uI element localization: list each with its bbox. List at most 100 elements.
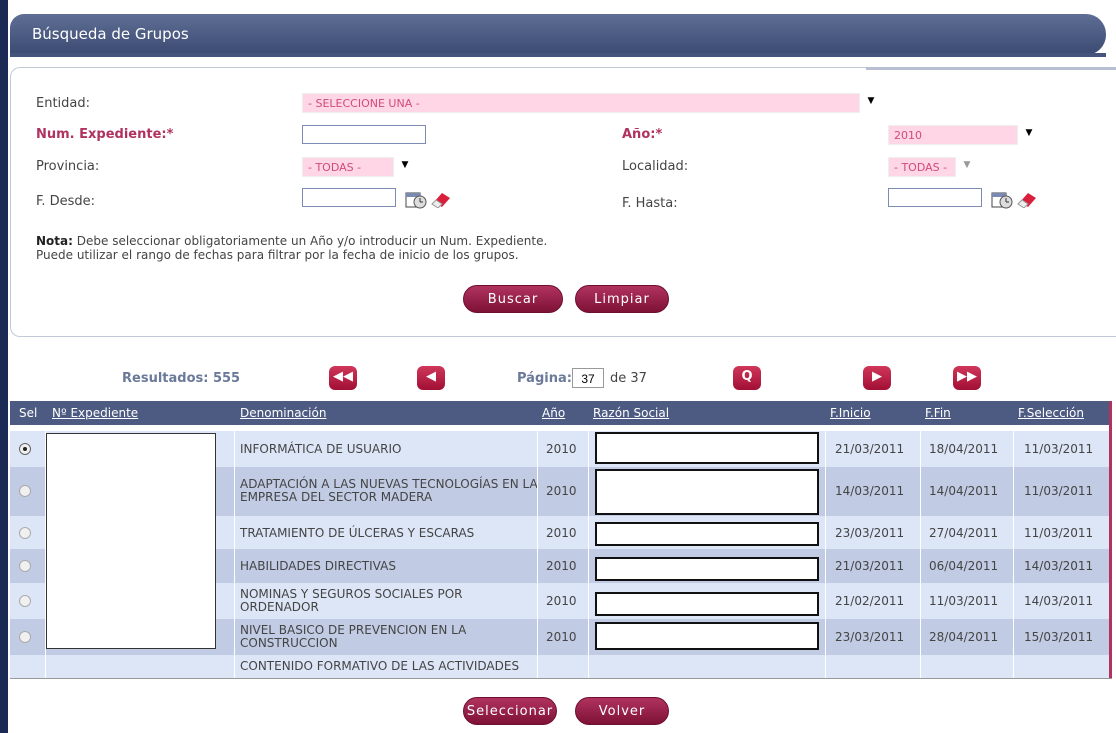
- calendar-icon[interactable]: [991, 190, 1013, 210]
- redacted-razon-social: [595, 557, 819, 581]
- provincia-label: Provincia:: [36, 159, 100, 174]
- row-select-radio[interactable]: [19, 595, 31, 607]
- row-fecha-seleccion: 14/03/2011: [1024, 594, 1094, 608]
- row-denominacion: ADAPTACIÓN A LAS NUEVAS TECNOLOGÍAS EN L…: [240, 477, 538, 504]
- row-select-radio[interactable]: [19, 560, 31, 572]
- prev-page-button[interactable]: ◀: [417, 366, 445, 390]
- row-denominacion: NOMINAS Y SEGUROS SOCIALES POR ORDENADOR: [240, 587, 463, 614]
- row-denominacion: NIVEL BASICO DE PREVENCION EN LA CONSTRU…: [240, 623, 467, 650]
- page-total: de 37: [610, 371, 647, 386]
- row-fecha-seleccion: 15/03/2011: [1024, 630, 1094, 644]
- redacted-razon-social: [595, 469, 819, 515]
- row-anio: 2010: [546, 594, 577, 608]
- note-line-2: Puede utilizar el rango de fechas para f…: [36, 248, 519, 262]
- col-header-razon-social[interactable]: Razón Social: [593, 406, 669, 420]
- hasta-label: F. Hasta:: [622, 196, 678, 211]
- window-left-border: [0, 0, 8, 733]
- page-number-input[interactable]: [572, 368, 604, 388]
- eraser-icon[interactable]: [430, 190, 452, 208]
- row-fecha-seleccion: 11/03/2011: [1024, 442, 1094, 456]
- column-divider: [588, 425, 589, 678]
- row-anio: 2010: [546, 484, 577, 498]
- localidad-select[interactable]: - TODAS - ▼: [888, 157, 970, 177]
- calendar-icon[interactable]: [405, 190, 427, 210]
- back-button[interactable]: Volver: [575, 697, 669, 725]
- row-fecha-seleccion: 14/03/2011: [1024, 559, 1094, 573]
- results-count: Resultados: 555: [122, 371, 241, 386]
- row-select-radio[interactable]: [19, 631, 31, 643]
- row-select-radio[interactable]: [19, 443, 31, 455]
- column-divider: [1013, 425, 1014, 678]
- row-fecha-fin: 18/04/2011: [929, 442, 999, 456]
- note-label: Nota:: [36, 234, 73, 248]
- row-denominacion: CONTENIDO FORMATIVO DE LAS ACTIVIDADES: [240, 659, 520, 673]
- row-fecha-inicio: 21/02/2011: [835, 594, 905, 608]
- column-divider: [537, 425, 538, 678]
- anio-select-value: 2010: [894, 129, 922, 142]
- entidad-select-value: - SELECCIONE UNA -: [308, 97, 420, 110]
- next-page-button[interactable]: ▶: [863, 366, 891, 390]
- page-title-bar: Búsqueda de Grupos: [10, 14, 1106, 55]
- row-fecha-fin: 11/03/2011: [929, 594, 999, 608]
- provincia-select-value: - TODAS -: [308, 161, 362, 174]
- redacted-expediente-block: [46, 433, 216, 649]
- row-denominacion: TRATAMIENTO DE ÚLCERAS Y ESCARAS: [240, 526, 475, 540]
- page-title: Búsqueda de Grupos: [32, 25, 189, 43]
- anio-select[interactable]: 2010 ▼: [888, 125, 1032, 145]
- go-page-button[interactable]: Q: [733, 366, 761, 390]
- row-fecha-seleccion: 11/03/2011: [1024, 484, 1094, 498]
- eraser-icon[interactable]: [1016, 190, 1038, 208]
- fecha-hasta-input[interactable]: [888, 188, 982, 207]
- form-note: Nota: Debe seleccionar obligatoriamente …: [36, 234, 547, 262]
- row-fecha-inicio: 21/03/2011: [835, 559, 905, 573]
- chevron-down-icon: ▼: [1025, 128, 1033, 138]
- redacted-razon-social: [595, 432, 819, 464]
- entidad-label: Entidad:: [36, 96, 91, 111]
- table-header: Sel Nº Expediente Denominación Año Razón…: [10, 401, 1109, 425]
- localidad-label: Localidad:: [622, 159, 689, 174]
- anio-label: Año:*: [622, 127, 663, 142]
- col-header-denominacion[interactable]: Denominación: [240, 406, 326, 420]
- row-denominacion: INFORMÁTICA DE USUARIO: [240, 442, 402, 456]
- chevron-down-icon: ▼: [401, 160, 409, 170]
- row-select-radio[interactable]: [19, 485, 31, 497]
- col-header-fecha-inicio[interactable]: F.Inicio: [830, 406, 871, 420]
- col-header-fecha-seleccion[interactable]: F.Selección: [1018, 406, 1084, 420]
- row-select-radio[interactable]: [19, 527, 31, 539]
- desde-label: F. Desde:: [36, 194, 96, 209]
- row-fecha-inicio: 23/03/2011: [835, 630, 905, 644]
- row-anio: 2010: [546, 442, 577, 456]
- col-header-expediente[interactable]: Nº Expediente: [52, 406, 138, 420]
- provincia-select[interactable]: - TODAS - ▼: [302, 157, 408, 177]
- row-fecha-seleccion: 11/03/2011: [1024, 526, 1094, 540]
- page-label: Página:: [517, 371, 572, 386]
- select-button[interactable]: Seleccionar: [463, 697, 557, 725]
- row-denominacion: HABILIDADES DIRECTIVAS: [240, 559, 396, 573]
- clear-button[interactable]: Limpiar: [575, 285, 669, 313]
- last-page-button[interactable]: ▶▶: [953, 366, 981, 390]
- row-fecha-fin: 14/04/2011: [929, 484, 999, 498]
- row-anio: 2010: [546, 630, 577, 644]
- note-line-1: Debe seleccionar obligatoriamente un Año…: [76, 234, 548, 248]
- localidad-select-value: - TODAS -: [894, 161, 948, 174]
- entidad-select[interactable]: - SELECCIONE UNA - ▼: [302, 93, 874, 113]
- header-underline: [10, 53, 1106, 57]
- table-row[interactable]: CONTENIDO FORMATIVO DE LAS ACTIVIDADES: [10, 655, 1109, 678]
- row-fecha-inicio: 21/03/2011: [835, 442, 905, 456]
- col-header-sel: Sel: [19, 406, 38, 420]
- col-header-anio[interactable]: Año: [542, 406, 565, 420]
- fecha-desde-input[interactable]: [302, 188, 396, 207]
- column-divider: [920, 425, 921, 678]
- chevron-down-icon: ▼: [963, 160, 971, 170]
- expediente-input[interactable]: [302, 125, 426, 144]
- row-fecha-fin: 06/04/2011: [929, 559, 999, 573]
- search-button[interactable]: Buscar: [463, 285, 563, 313]
- chevron-down-icon: ▼: [867, 96, 875, 106]
- expediente-label: Num. Expediente:*: [36, 127, 174, 142]
- column-divider: [234, 425, 235, 678]
- first-page-button[interactable]: ◀◀: [329, 366, 357, 390]
- table-bottom-line: [10, 678, 1112, 679]
- column-divider: [825, 425, 826, 678]
- redacted-razon-social: [595, 522, 819, 546]
- col-header-fecha-fin[interactable]: F.Fin: [925, 406, 951, 420]
